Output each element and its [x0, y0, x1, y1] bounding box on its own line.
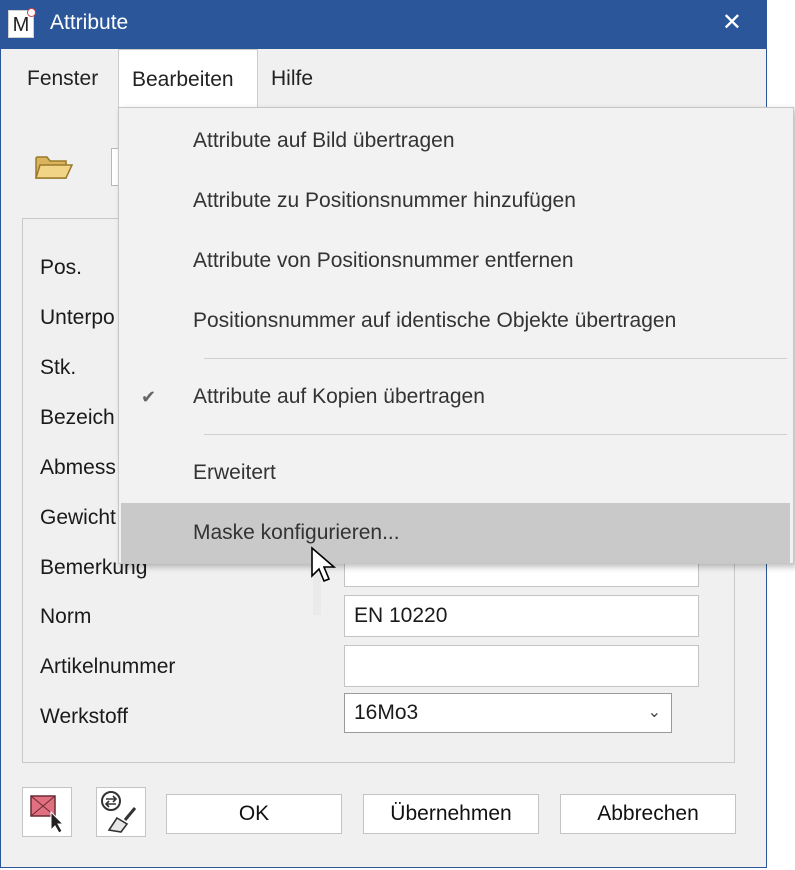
app-icon-letter: M — [12, 14, 30, 36]
menu-bearbeiten[interactable]: Bearbeiten — [118, 49, 258, 110]
label-bezeichnung: Bezeich — [40, 406, 115, 429]
app-icon-badge — [27, 8, 36, 17]
artikelnummer-field[interactable] — [344, 645, 699, 687]
menu-bar: Fenster Bearbeiten Hilfe — [1, 49, 766, 110]
menu-item-maske-konfigurieren[interactable]: Maske konfigurieren... — [121, 503, 790, 563]
folder-open-icon[interactable] — [34, 152, 74, 182]
cancel-button[interactable]: Abbrechen — [560, 794, 736, 834]
apply-button[interactable]: Übernehmen — [363, 794, 539, 834]
menu-item-attribute-auf-bild[interactable]: Attribute auf Bild übertragen — [119, 111, 793, 171]
menu-separator — [204, 358, 787, 359]
bearbeiten-dropdown: Attribute auf Bild übertragen Attribute … — [118, 107, 794, 564]
ok-button[interactable]: OK — [166, 794, 342, 834]
label-werkstoff: Werkstoff — [40, 705, 128, 728]
norm-field[interactable]: EN 10220 — [344, 595, 699, 637]
window-title: Attribute — [50, 11, 129, 34]
pick-attributes-icon — [30, 795, 65, 834]
label-stk: Stk. — [40, 356, 77, 379]
menu-fenster[interactable]: Fenster — [14, 49, 111, 109]
chevron-down-icon: ⌄ — [647, 704, 661, 721]
menu-item-attribute-hinzufuegen[interactable]: Attribute zu Positionsnummer hinzufügen — [119, 171, 793, 231]
label-gewicht: Gewicht — [40, 506, 116, 529]
menu-item-erweitert[interactable]: Erweitert — [119, 443, 793, 503]
menu-item-attribute-auf-kopien-label: Attribute auf Kopien übertragen — [193, 385, 485, 408]
label-unterposition: Unterpo — [40, 306, 115, 329]
werkstoff-value: 16Mo3 — [354, 701, 419, 724]
menu-separator — [204, 434, 787, 435]
transfer-brush-button[interactable] — [96, 787, 146, 837]
close-button[interactable]: ✕ — [722, 9, 742, 37]
menu-hilfe[interactable]: Hilfe — [258, 49, 326, 109]
transfer-brush-icon — [101, 791, 137, 833]
menu-item-attribute-auf-kopien[interactable]: ✔ Attribute auf Kopien übertragen — [119, 367, 793, 427]
menu-item-identische-objekte[interactable]: Positionsnummer auf identische Objekte ü… — [119, 291, 793, 351]
werkstoff-select[interactable]: 16Mo3 ⌄ — [344, 693, 672, 733]
label-norm: Norm — [40, 605, 92, 628]
menu-item-attribute-entfernen[interactable]: Attribute von Positionsnummer entfernen — [119, 231, 793, 291]
label-pos: Pos. — [40, 256, 83, 279]
mouse-cursor-icon — [311, 546, 337, 583]
label-abmessung: Abmess — [40, 456, 116, 479]
checkmark-icon: ✔ — [141, 387, 157, 407]
title-bar[interactable]: M Attribute ✕ — [1, 1, 766, 49]
pick-attributes-button[interactable] — [22, 787, 72, 837]
app-icon: M — [8, 8, 36, 38]
label-artikelnummer: Artikelnummer — [40, 655, 176, 678]
